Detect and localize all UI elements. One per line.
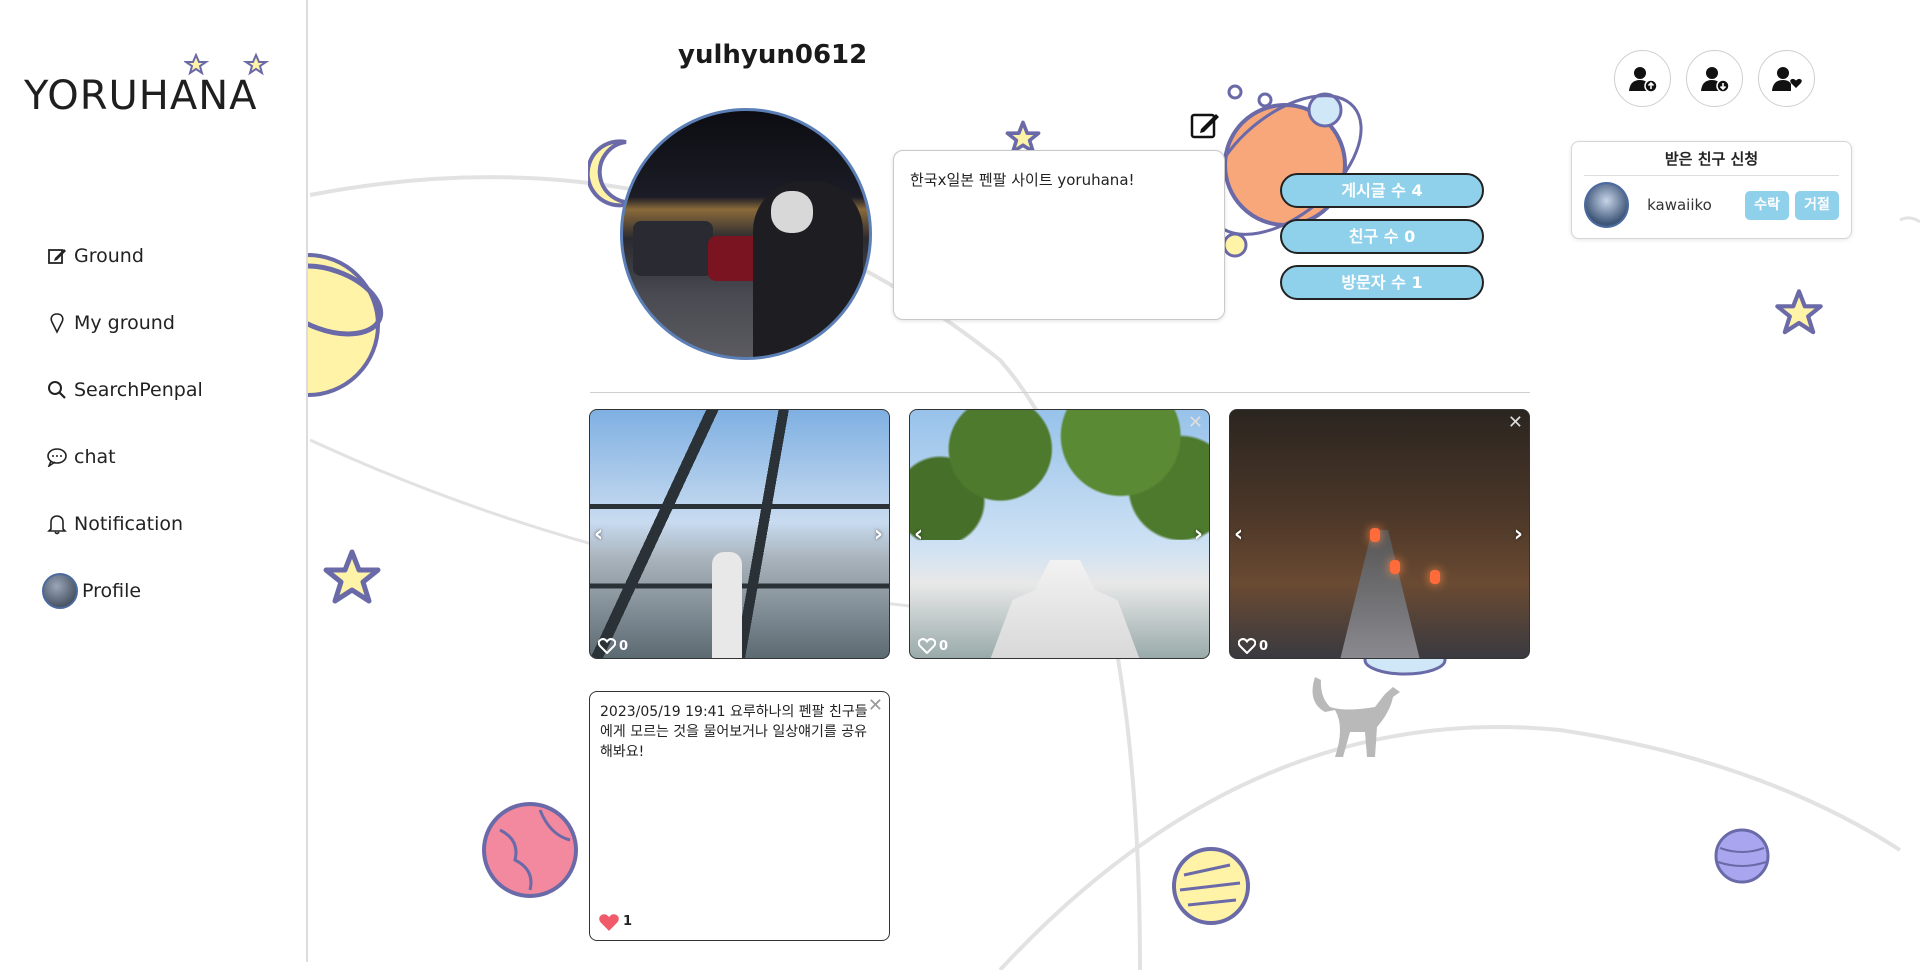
- sidebar-item-my-ground[interactable]: My ground: [46, 289, 203, 356]
- bell-icon: [46, 513, 68, 535]
- planet-pink: [482, 802, 578, 898]
- sidebar-nav: Ground My ground SearchPenpal chat Notif…: [42, 222, 203, 624]
- close-icon[interactable]: ✕: [1188, 412, 1203, 433]
- profile-photo: [620, 108, 872, 360]
- like-count: 0: [1259, 638, 1269, 654]
- chat-icon: [46, 446, 68, 468]
- friends-count-pill[interactable]: 친구 수 0: [1280, 219, 1484, 254]
- close-icon[interactable]: ✕: [1508, 412, 1523, 433]
- posts-count-pill[interactable]: 게시글 수 4: [1280, 173, 1484, 208]
- text-post-content: 2023/05/19 19:41 요루하나의 펜팔 친구들에게 모르는 것을 물…: [600, 704, 868, 760]
- sidebar-item-label: My ground: [74, 311, 175, 334]
- friend-request-item: kawaiiko 수락 거절: [1572, 176, 1851, 234]
- heart-icon: [599, 913, 619, 931]
- heart-icon: [918, 638, 936, 654]
- cat-silhouette: [1312, 677, 1400, 757]
- user-heart-icon: [1771, 66, 1802, 91]
- chevron-right-icon[interactable]: ›: [874, 522, 883, 547]
- sidebar-item-label: Profile: [82, 579, 142, 602]
- received-requests-button[interactable]: [1686, 50, 1743, 107]
- like-button[interactable]: 0: [598, 638, 628, 654]
- visitors-count-pill[interactable]: 방문자 수 1: [1280, 265, 1484, 300]
- avatar: [42, 572, 78, 609]
- like-count: 0: [619, 638, 629, 654]
- heart-icon: [598, 638, 616, 654]
- chevron-right-icon[interactable]: ›: [1194, 522, 1203, 547]
- chevron-left-icon[interactable]: ‹: [594, 522, 603, 547]
- sidebar-item-ground[interactable]: Ground: [46, 222, 203, 289]
- friends-list-button[interactable]: [1758, 50, 1815, 107]
- friend-request-name[interactable]: kawaiiko: [1647, 196, 1739, 214]
- text-post[interactable]: 2023/05/19 19:41 요루하나의 펜팔 친구들에게 모르는 것을 물…: [589, 691, 890, 941]
- planet-purple: [1714, 828, 1770, 884]
- image-post[interactable]: ✕ ‹ › 0: [909, 409, 1210, 659]
- like-button[interactable]: 0: [918, 638, 948, 654]
- star-icon: [1775, 289, 1823, 335]
- accept-button[interactable]: 수락: [1745, 190, 1789, 220]
- sent-requests-button[interactable]: [1614, 50, 1671, 107]
- logo[interactable]: YORUHANA: [24, 53, 274, 130]
- sidebar-item-label: Notification: [74, 512, 184, 535]
- like-button[interactable]: 1: [598, 912, 632, 932]
- like-button[interactable]: 0: [1238, 638, 1268, 654]
- edit-icon: [1190, 113, 1219, 139]
- like-count: 1: [623, 914, 633, 929]
- divider: [590, 392, 1530, 393]
- chevron-left-icon[interactable]: ‹: [1234, 522, 1243, 547]
- avatar[interactable]: [1584, 182, 1630, 228]
- star-icon: [323, 549, 381, 604]
- image-post[interactable]: ✕ ‹ › 0: [1229, 409, 1530, 659]
- sidebar-item-label: Ground: [74, 244, 144, 267]
- logo-text: YORUHANA: [24, 73, 258, 119]
- planet-yellow-bottom: [1172, 847, 1250, 925]
- close-icon[interactable]: ✕: [868, 696, 883, 716]
- friend-actions: [1614, 50, 1815, 107]
- logo-stars-icon: [184, 53, 270, 76]
- friend-requests-title: 받은 친구 신청: [1584, 148, 1839, 176]
- user-download-icon: [1700, 66, 1730, 93]
- sidebar-item-search-penpal[interactable]: SearchPenpal: [46, 356, 203, 423]
- sidebar-item-label: chat: [74, 445, 116, 468]
- search-icon: [46, 379, 68, 401]
- chevron-left-icon[interactable]: ‹: [914, 522, 923, 547]
- profile-username: yulhyun0612: [678, 40, 868, 70]
- sidebar-item-notification[interactable]: Notification: [46, 490, 203, 557]
- user-upload-icon: [1628, 66, 1658, 93]
- sidebar-item-chat[interactable]: chat: [46, 423, 203, 490]
- heart-icon: [1238, 638, 1256, 654]
- edit-profile-button[interactable]: [1186, 106, 1224, 144]
- planet-yellow-left: [308, 253, 384, 397]
- sidebar: YORUHANA Ground My ground SearchPenpal c…: [0, 0, 308, 962]
- reject-button[interactable]: 거절: [1795, 190, 1839, 220]
- sidebar-item-label: SearchPenpal: [74, 378, 203, 401]
- image-post[interactable]: ‹ › 0: [589, 409, 890, 659]
- friend-requests-panel: 받은 친구 신청 kawaiiko 수락 거절: [1571, 141, 1852, 239]
- like-count: 0: [939, 638, 949, 654]
- profile-bio: 한국x일본 펜팔 사이트 yoruhana!: [893, 150, 1225, 320]
- edit-icon: [46, 245, 68, 267]
- pin-icon: [46, 312, 68, 334]
- sidebar-item-profile[interactable]: Profile: [42, 557, 203, 624]
- chevron-right-icon[interactable]: ›: [1514, 522, 1523, 547]
